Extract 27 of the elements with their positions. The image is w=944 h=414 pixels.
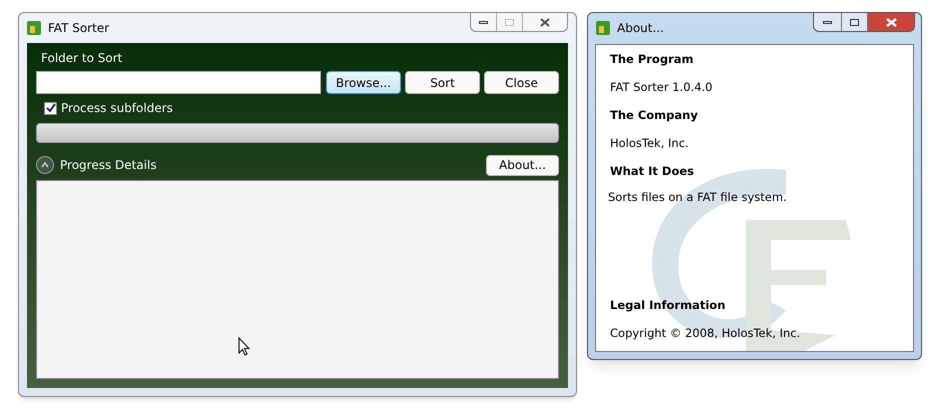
section-text: FAT Sorter 1.0.4.0 <box>610 79 714 96</box>
section-text: Sorts files on a FAT file system. <box>608 189 788 206</box>
app-icon <box>27 21 41 35</box>
checkbox-label: Process subfolders <box>61 100 173 117</box>
close-icon <box>886 18 896 26</box>
close-icon <box>540 18 550 26</box>
window-title: FAT Sorter <box>48 20 110 37</box>
app-icon <box>596 21 610 35</box>
window-title: About... <box>617 20 664 37</box>
window-button[interactable]: Browse... <box>326 71 401 94</box>
about-button[interactable]: About... <box>486 154 559 176</box>
folder-field[interactable] <box>36 71 321 94</box>
section-label: Progress Details <box>60 157 157 174</box>
section-text: Copyright © 2008, HolosTek, Inc. <box>610 325 802 342</box>
section-text: HolosTek, Inc. <box>610 135 690 152</box>
section-heading: The Program <box>610 51 694 68</box>
checkbox[interactable] <box>44 102 57 114</box>
section-heading: The Company <box>610 107 699 124</box>
field-label: Folder to Sort <box>41 50 124 67</box>
window-button[interactable]: Sort <box>405 71 480 94</box>
collapse-toggle[interactable] <box>36 156 54 174</box>
window-button[interactable]: Close <box>484 71 559 94</box>
mouse-pointer-icon <box>238 337 250 356</box>
section-heading: Legal Information <box>610 297 726 314</box>
chevron-up-icon <box>41 162 49 168</box>
section-heading: What It Does <box>610 163 696 180</box>
close-button[interactable] <box>868 13 914 31</box>
